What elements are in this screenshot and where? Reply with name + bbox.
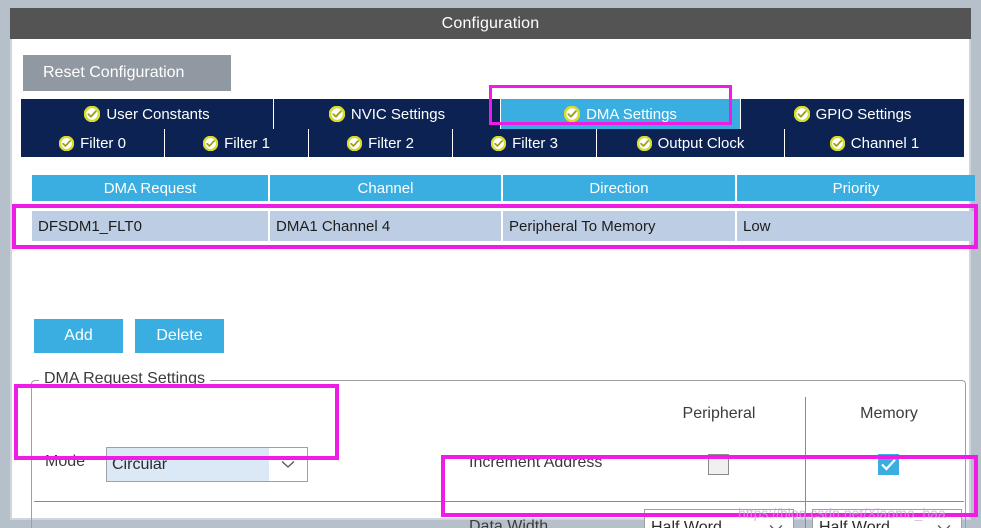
data-width-label: Data Width [469, 518, 549, 528]
table-cell[interactable]: Low [737, 211, 975, 241]
tab-label: Filter 3 [512, 134, 558, 152]
check-circle-icon [829, 135, 845, 151]
check-icon [881, 458, 896, 471]
tab-label: Filter 0 [80, 134, 126, 152]
add-button[interactable]: Add [34, 319, 123, 353]
check-circle-icon [84, 106, 101, 122]
check-circle-icon [636, 135, 652, 151]
tab-label: DMA Settings [586, 105, 677, 123]
tab-bar-secondary: Filter 0 Filter 1 Filter 2 Filter 3 Output C… [21, 129, 964, 157]
increment-address-peripheral-checkbox[interactable] [708, 454, 729, 475]
table-cell[interactable]: DMA1 Channel 4 [270, 211, 503, 241]
tab-output-clock[interactable]: Output Clock [597, 129, 785, 157]
check-circle-icon [347, 135, 363, 151]
column-divider [805, 397, 806, 528]
table-row[interactable]: DFSDM1_FLT0 DMA1 Channel 4 Peripheral To M… [32, 211, 975, 241]
table-header-row: DMA Request Channel Direction Priority [32, 175, 975, 201]
check-circle-icon [793, 106, 810, 122]
column-header[interactable]: Direction [503, 175, 737, 201]
chevron-down-icon [759, 524, 793, 528]
tab-label: Filter 1 [224, 134, 270, 152]
tab-filter-2[interactable]: Filter 2 [309, 129, 453, 157]
tab-user-constants[interactable]: User Constants [21, 99, 274, 129]
data-width-memory-value: Half Word [819, 519, 890, 528]
check-circle-icon [203, 135, 219, 151]
increment-address-label: Increment Address [469, 454, 603, 471]
table-cell[interactable]: Peripheral To Memory [503, 211, 737, 241]
tab-label: Output Clock [657, 134, 745, 152]
column-header[interactable]: Channel [270, 175, 503, 201]
check-circle-icon [328, 106, 345, 122]
delete-button[interactable]: Delete [135, 319, 224, 353]
mode-select-value: Circular [107, 448, 269, 481]
window-titlebar: Configuration [10, 8, 971, 39]
row-divider [34, 501, 964, 502]
column-header[interactable]: DMA Request [32, 175, 270, 201]
tab-filter-3[interactable]: Filter 3 [453, 129, 597, 157]
screenshot-root: Configuration Reset Configuration User C… [0, 0, 981, 528]
group-title: DMA Request Settings [39, 370, 210, 388]
data-width-peripheral-select[interactable]: Half Word [644, 509, 794, 528]
chevron-down-icon [269, 448, 307, 481]
tab-label: User Constants [106, 105, 210, 123]
table-cell[interactable]: DFSDM1_FLT0 [32, 211, 270, 241]
check-circle-icon [564, 106, 581, 122]
tab-label: NVIC Settings [350, 105, 446, 123]
tab-label: GPIO Settings [815, 105, 912, 123]
memory-column-header: Memory [860, 405, 918, 422]
tab-dma-settings[interactable]: DMA Settings [501, 99, 741, 129]
check-circle-icon [59, 135, 75, 151]
dma-request-table: DMA Request Channel Direction Priority DFSD… [32, 175, 975, 251]
column-header[interactable]: Priority [737, 175, 975, 201]
tab-bar-primary: User Constants NVIC Settings DMA Settings G… [21, 99, 964, 129]
peripheral-column-header: Peripheral [682, 405, 756, 422]
tab-nvic-settings[interactable]: NVIC Settings [274, 99, 501, 129]
tab-filter-1[interactable]: Filter 1 [165, 129, 309, 157]
mode-select[interactable]: Circular [106, 447, 308, 482]
tab-label: Filter 2 [368, 134, 414, 152]
window-body: Reset Configuration User Constants NVIC S… [10, 39, 975, 528]
tab-label: Channel 1 [850, 134, 920, 152]
chevron-down-icon [927, 524, 961, 528]
check-circle-icon [491, 135, 507, 151]
tab-filter-0[interactable]: Filter 0 [21, 129, 165, 157]
page-title: Configuration [441, 14, 540, 32]
configuration-window: Configuration Reset Configuration User C… [10, 8, 975, 528]
mode-label: Mode [45, 453, 86, 470]
tab-gpio-settings[interactable]: GPIO Settings [741, 99, 964, 129]
data-width-memory-select[interactable]: Half Word [812, 509, 962, 528]
reset-configuration-button[interactable]: Reset Configuration [23, 55, 231, 91]
data-width-peripheral-value: Half Word [651, 519, 722, 528]
increment-address-memory-checkbox[interactable] [878, 454, 899, 475]
tab-channel-1[interactable]: Channel 1 [785, 129, 964, 157]
